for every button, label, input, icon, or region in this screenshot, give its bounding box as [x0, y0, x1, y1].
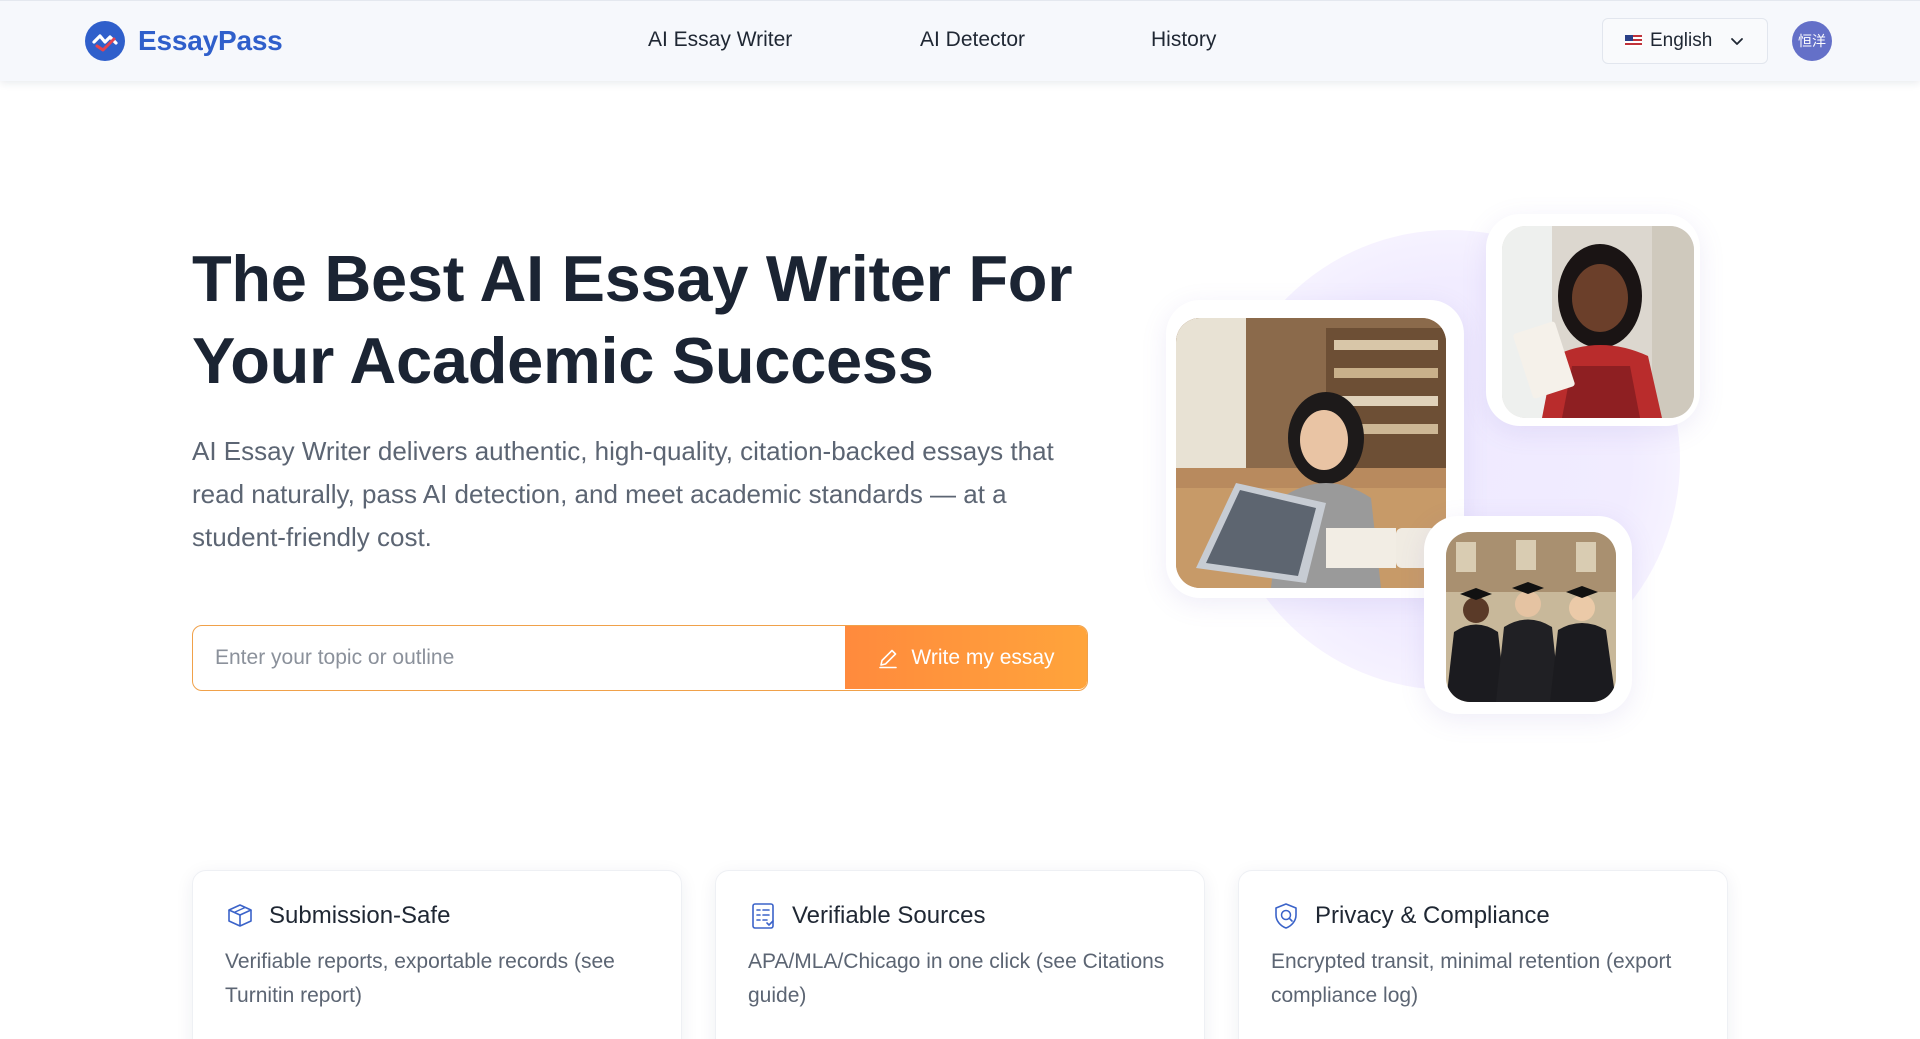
document-list-icon	[752, 903, 774, 929]
feature-card-verifiable-sources: Verifiable Sources APA/MLA/Chicago in on…	[715, 870, 1205, 1039]
topic-composer: Write my essay	[192, 625, 1088, 691]
shield-icon	[1275, 903, 1297, 929]
hero-title-line-1: The Best AI Essay Writer For	[192, 242, 1073, 315]
brand-name: EssayPass	[138, 25, 283, 56]
hero-subtitle: AI Essay Writer delivers authentic, high…	[192, 436, 1054, 552]
nav-link-history[interactable]: History	[1151, 28, 1216, 52]
pencil-icon	[879, 649, 898, 668]
feature-description: Verifiable reports, exportable records (…	[225, 950, 615, 1007]
write-my-essay-label: Write my essay	[911, 645, 1055, 669]
top-navbar: EssayPass AI Essay Writer AI Detector Hi…	[0, 0, 1920, 81]
brand-logo[interactable]: EssayPass	[84, 20, 283, 62]
topic-input[interactable]	[193, 626, 843, 689]
feature-description: Encrypted transit, minimal retention (ex…	[1271, 950, 1672, 1007]
feature-card-privacy-compliance: Privacy & Compliance Encrypted transit, …	[1238, 870, 1728, 1039]
nav-link-ai-detector[interactable]: AI Detector	[920, 28, 1025, 52]
language-label: English	[1650, 30, 1713, 51]
feature-title: Privacy & Compliance	[1315, 902, 1550, 929]
language-selector[interactable]: English	[1602, 18, 1768, 64]
package-icon	[228, 904, 252, 927]
feature-title: Submission-Safe	[269, 902, 451, 929]
hero-title-line-2: Your Academic Success	[192, 324, 934, 397]
photo-student-paper	[1502, 226, 1694, 418]
feature-title: Verifiable Sources	[792, 902, 986, 929]
feature-card-submission-safe: Submission-Safe Verifiable reports, expo…	[192, 870, 682, 1039]
feature-description: APA/MLA/Chicago in one click (see Citati…	[748, 950, 1165, 1007]
chevron-down-icon	[1731, 38, 1744, 45]
user-avatar[interactable]: 恒洋	[1792, 21, 1832, 61]
nav-link-ai-essay-writer[interactable]: AI Essay Writer	[648, 28, 792, 52]
us-flag-icon	[1625, 35, 1642, 47]
photo-student-laptop	[1176, 318, 1446, 588]
hero-title: The Best AI Essay Writer For Your Academ…	[192, 238, 1092, 402]
logo-icon	[85, 21, 125, 61]
photo-graduates	[1446, 532, 1616, 702]
write-my-essay-button[interactable]: Write my essay	[845, 626, 1087, 689]
